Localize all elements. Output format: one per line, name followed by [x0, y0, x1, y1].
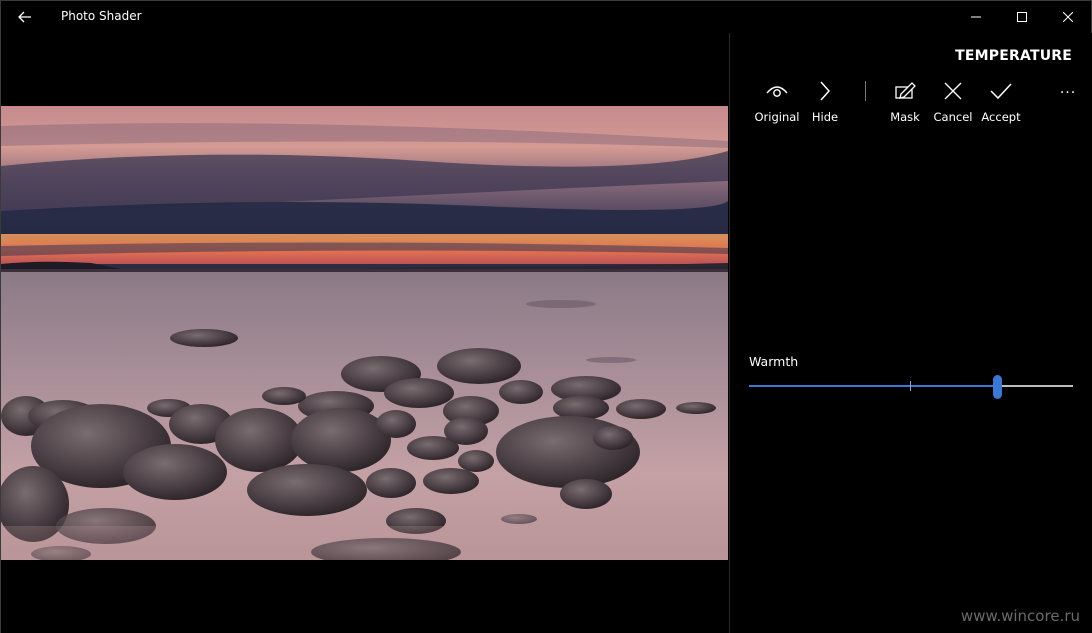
mask-button[interactable]: Mask: [879, 79, 931, 129]
hide-label: Hide: [811, 110, 839, 124]
slider-center-tick: [910, 381, 911, 391]
panel-title: TEMPERATURE: [955, 48, 1072, 64]
photo-preview: [1, 106, 728, 560]
warmth-slider[interactable]: [749, 375, 1073, 399]
close-icon: [1063, 12, 1073, 22]
title-bar: Photo Shader: [1, 1, 1091, 33]
warmth-label: Warmth: [749, 354, 799, 369]
adjustment-panel: TEMPERATURE Original Hide Mask Cancel Ac…: [730, 33, 1092, 633]
check-icon: [990, 83, 1012, 100]
maximize-button[interactable]: [999, 1, 1045, 33]
watermark: www.wincore.ru: [960, 607, 1080, 625]
slider-fill: [749, 385, 997, 387]
app-title: Photo Shader: [61, 9, 142, 23]
back-arrow-icon: [18, 11, 31, 23]
accept-label: Accept: [981, 110, 1021, 124]
mask-label: Mask: [890, 110, 920, 124]
app-window: Photo Shader TEMPERATURE Original Hide M…: [0, 0, 1092, 633]
hide-button[interactable]: Hide: [799, 79, 851, 129]
maximize-icon: [1017, 12, 1027, 22]
eye-icon: [766, 86, 788, 97]
x-icon: [944, 82, 962, 100]
chevron-right-icon: [820, 81, 831, 101]
minimize-icon: [971, 16, 981, 18]
original-button[interactable]: Original: [751, 79, 803, 129]
toolbar-separator: [865, 81, 866, 101]
minimize-button[interactable]: [953, 1, 999, 33]
more-options-button[interactable]: ···: [1052, 81, 1084, 105]
cancel-label: Cancel: [933, 110, 973, 124]
back-button[interactable]: [9, 3, 41, 31]
original-label: Original: [754, 110, 800, 124]
close-button[interactable]: [1045, 1, 1091, 33]
image-canvas: [1, 33, 729, 633]
pencil-box-icon: [895, 82, 916, 99]
cancel-button[interactable]: Cancel: [927, 79, 979, 129]
accept-button[interactable]: Accept: [975, 79, 1027, 129]
slider-thumb[interactable]: [993, 375, 1002, 399]
